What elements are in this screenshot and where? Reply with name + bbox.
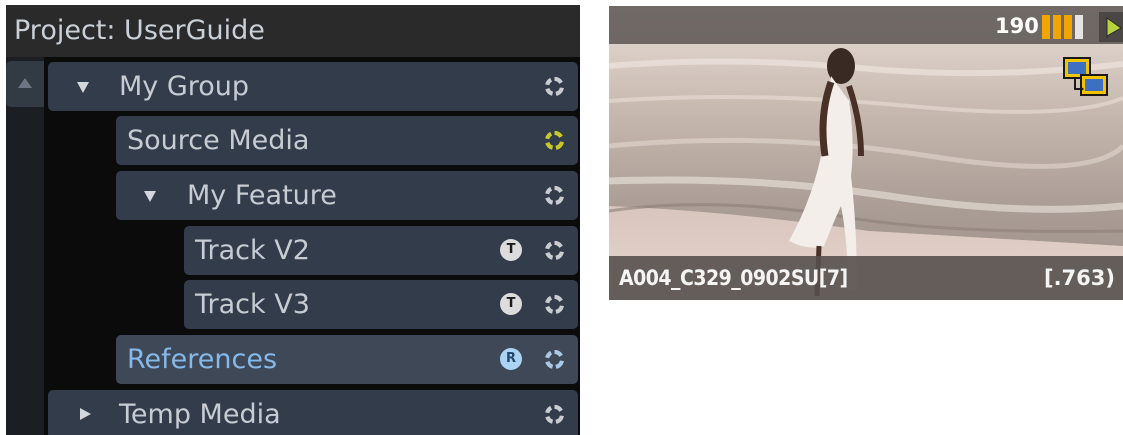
expand-triangle-icon[interactable]: [144, 191, 156, 202]
tree-item-my-feature[interactable]: My Feature: [116, 171, 578, 220]
level-bar: [1064, 15, 1072, 39]
tree-item-label: Temp Media: [119, 399, 281, 430]
track-badge-icon: T: [500, 239, 522, 261]
tree-item-my-group[interactable]: My Group: [48, 62, 578, 111]
sync-circle-icon[interactable]: [543, 403, 566, 426]
level-meter: [1042, 15, 1098, 39]
linked-clips-icon[interactable]: [1061, 55, 1111, 99]
tree-item-temp-media[interactable]: Temp Media: [48, 390, 578, 435]
clip-ratio: [.763): [1043, 266, 1115, 290]
track-badge-icon: T: [500, 293, 522, 315]
project-tree-panel: Project: UserGuide My Group Source Media: [6, 5, 580, 435]
scroll-up-button[interactable]: [6, 61, 44, 107]
level-bar: [1042, 15, 1050, 39]
tree-item-track-v3[interactable]: Track V3 T: [184, 280, 578, 329]
sync-circle-icon[interactable]: [543, 129, 566, 152]
sync-circle-icon[interactable]: [543, 184, 566, 207]
tree-item-label: My Feature: [187, 180, 337, 211]
tree-item-source-media[interactable]: Source Media: [116, 116, 578, 165]
tree-item-label: References: [127, 344, 278, 375]
expand-triangle-icon[interactable]: [77, 82, 89, 93]
tree-item-track-v2[interactable]: Track V2 T: [184, 226, 578, 275]
tree-item-label: My Group: [119, 71, 250, 102]
sync-circle-icon[interactable]: [543, 293, 566, 316]
level-bar: [1075, 15, 1083, 39]
tree-item-label: Track V2: [195, 235, 310, 266]
tree-item-label: Track V3: [195, 289, 310, 320]
sync-circle-icon[interactable]: [543, 239, 566, 262]
tree-scroll-rail[interactable]: [6, 57, 44, 435]
sync-circle-icon[interactable]: [543, 75, 566, 98]
reference-badge-icon: R: [500, 348, 522, 370]
sync-circle-icon[interactable]: [543, 348, 566, 371]
tree-item-label: Source Media: [127, 125, 310, 156]
clip-name: A004_C329_0902SU[7]: [619, 266, 848, 290]
clip-thumbnail[interactable]: 190 A004_C329_0902SU[7] [.763): [609, 6, 1123, 300]
level-bar: [1053, 15, 1061, 39]
collapse-triangle-icon[interactable]: [80, 408, 91, 420]
frame-count: 190: [995, 14, 1039, 38]
tree-item-references[interactable]: References R: [116, 335, 578, 384]
project-title: Project: UserGuide: [6, 5, 580, 57]
flag-icon[interactable]: [1099, 12, 1123, 42]
